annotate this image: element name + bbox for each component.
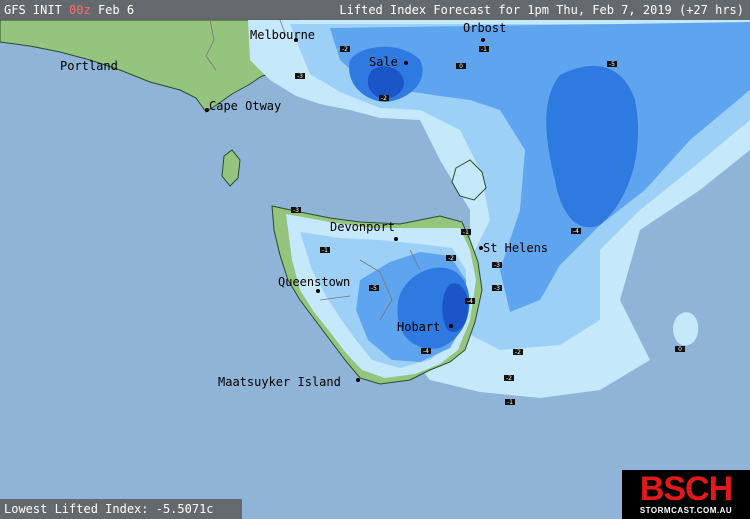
grid-value-marker: -1 [505,399,515,406]
grid-value-label: -1 [463,229,469,236]
grid-value-label: 0 [459,63,463,70]
lowest-lifted-index: Lowest Lifted Index: -5.5071c [4,502,214,516]
forecast-title: Lifted Index Forecast for 1pm Thu, Feb 7… [339,3,744,17]
grid-value-marker: -3 [492,262,502,269]
grid-value-label: -4 [423,348,429,355]
grid-value-marker: -2 [340,46,350,53]
grid-value-label: -2 [515,349,521,356]
grid-value-label: -1 [481,46,487,53]
grid-value-marker: -3 [492,285,502,292]
place-label: Devonport [330,220,395,234]
lifted-index-map: Melbourne Orbost Portland Sale Cape Otwa… [0,0,750,519]
grid-value-label: -3 [494,262,500,269]
bsch-logo: BSCH STORMCAST.COM.AU [622,470,750,519]
place-label: Hobart [397,320,440,334]
grid-value-marker: -3 [291,207,301,214]
grid-value-marker: -1 [461,229,471,236]
run-time: 00z [69,3,91,17]
grid-value-marker: -4 [421,348,431,355]
grid-value-marker: -3 [295,73,305,80]
place-label: Sale [369,55,398,69]
grid-value-marker: -1 [320,247,330,254]
grid-value-label: -2 [381,95,387,102]
grid-value-label: 0 [678,346,682,353]
grid-value-label: -1 [322,247,328,254]
place-label: Queenstown [278,275,350,289]
place-label: Melbourne [250,28,315,42]
grid-value-marker: -2 [504,375,514,382]
grid-value-marker: -2 [379,95,389,102]
grid-value-label: -2 [448,255,454,262]
grid-value-label: -2 [342,46,348,53]
grid-value-marker: 0 [675,346,685,353]
model-run-info: GFS INIT 00z Feb 6 [4,0,134,20]
place-label: Portland [60,59,118,73]
place-label: Orbost [463,21,506,35]
grid-value-marker: -2 [513,349,523,356]
footer-bar: Lowest Lifted Index: -5.5071c [0,499,242,519]
grid-value-marker: -4 [465,298,475,305]
grid-value-marker: -5 [607,61,617,68]
offshore-shaded-island [673,312,699,346]
logo-site: STORMCAST.COM.AU [639,506,733,515]
grid-value-marker: -2 [446,255,456,262]
header-bar: GFS INIT 00z Feb 6 Lifted Index Forecast… [0,0,750,20]
grid-value-label: -4 [467,298,473,305]
grid-value-marker: -1 [479,46,489,53]
grid-value-label: -5 [609,61,615,68]
grid-value-marker: -5 [369,285,379,292]
place-label: Maatsuyker Island [218,375,341,389]
grid-value-label: -1 [507,399,513,406]
grid-value-label: -2 [506,375,512,382]
place-label: Cape Otway [209,99,281,113]
grid-value-label: -3 [293,207,299,214]
grid-value-label: -3 [494,285,500,292]
model-name: GFS INIT [4,3,62,17]
run-date: Feb 6 [97,3,135,17]
place-label: St Helens [483,241,548,255]
grid-value-marker: 0 [456,63,466,70]
grid-value-label: -5 [371,285,377,292]
grid-value-label: -4 [573,228,579,235]
forecast-map-view: Melbourne Orbost Portland Sale Cape Otwa… [0,0,750,519]
logo-brand: BSCH [639,470,733,508]
grid-value-marker: -4 [571,228,581,235]
grid-value-label: -3 [297,73,303,80]
